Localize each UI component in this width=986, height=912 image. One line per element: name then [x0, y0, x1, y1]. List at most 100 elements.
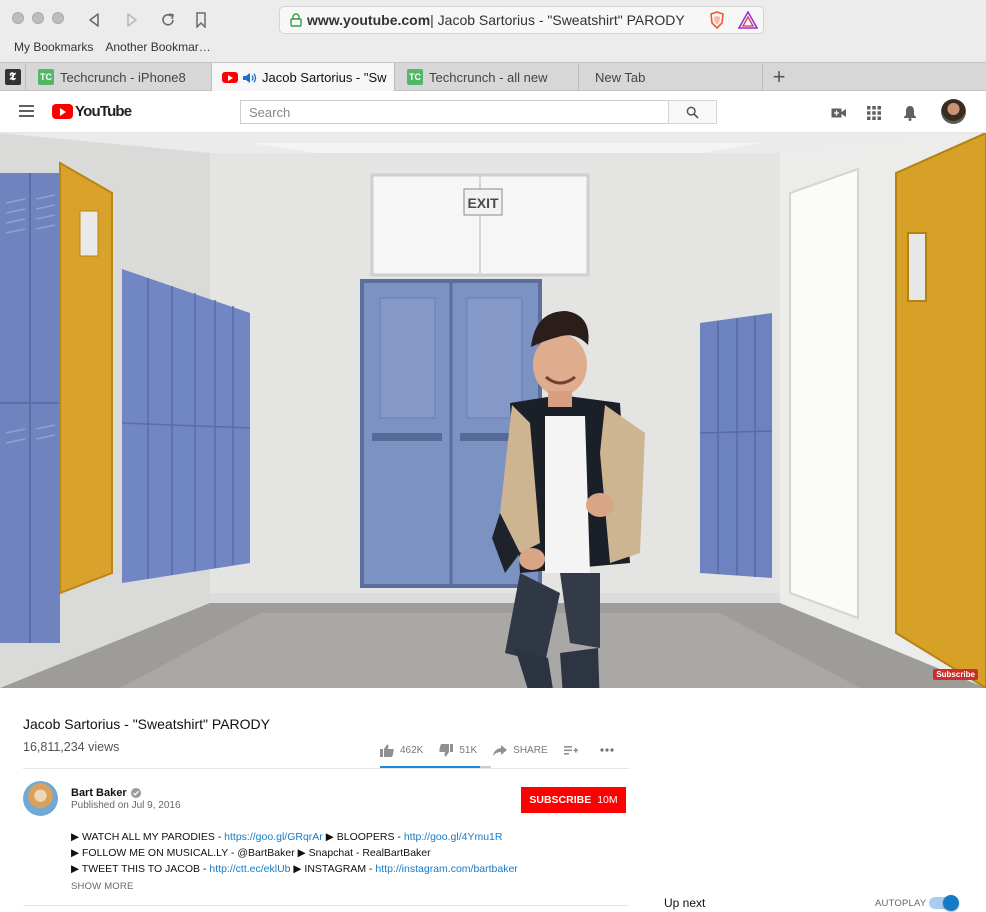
techcrunch-icon: TC	[38, 69, 54, 85]
autoplay-label: AUTOPLAY	[875, 898, 927, 909]
thumbs-up-icon	[380, 744, 394, 757]
video-frame: EXIT	[0, 133, 986, 688]
like-count: 462K	[400, 744, 424, 756]
show-more-button[interactable]: SHOW MORE	[71, 881, 134, 892]
subscriber-count: 10M	[597, 794, 618, 806]
description-link[interactable]: https://goo.gl/GRqrAr	[224, 831, 323, 843]
dislike-count: 51K	[459, 744, 478, 756]
youtube-header: YouTube	[0, 91, 986, 133]
subscribe-label: SUBSCRIBE	[529, 794, 592, 806]
search-icon	[686, 106, 699, 119]
upload-video-button[interactable]	[830, 104, 848, 122]
new-tab-button[interactable]: +	[763, 63, 795, 91]
back-arrow-icon	[89, 13, 99, 27]
tab-label: Techcrunch - all new	[429, 69, 548, 85]
tab-techcrunch-all-new[interactable]: TC Techcrunch - all new	[395, 63, 579, 91]
description-text: ▶ INSTAGRAM -	[290, 863, 376, 875]
techcrunch-icon: TC	[407, 69, 423, 85]
description-line: ▶ TWEET THIS TO JACOB - http://ctt.ec/ek…	[71, 861, 518, 877]
divider	[23, 768, 629, 769]
description-link[interactable]: http://goo.gl/4Ymu1R	[404, 831, 503, 843]
up-next-heading: Up next	[664, 896, 706, 910]
share-button[interactable]: SHARE	[493, 744, 548, 756]
thumbs-down-icon	[439, 743, 454, 756]
notifications-button[interactable]	[901, 104, 919, 122]
channel-avatar[interactable]	[23, 781, 58, 816]
video-actions: 462K 51K SHARE	[380, 742, 636, 758]
more-actions-button[interactable]	[600, 748, 620, 752]
bookmark-button[interactable]	[191, 9, 211, 31]
youtube-logo[interactable]: YouTube	[52, 103, 132, 120]
tab-label: New Tab	[595, 69, 646, 85]
search-button[interactable]	[668, 100, 717, 124]
speaker-icon[interactable]	[242, 72, 258, 84]
brave-rewards-button[interactable]	[738, 10, 758, 30]
share-arrow-icon	[493, 744, 508, 756]
page-title-in-url: | Jacob Sartorius - "Sweatshirt" PARODY	[430, 12, 685, 28]
close-window-button[interactable]	[12, 12, 24, 24]
bookmark-folder-another[interactable]: Another Bookmar…	[105, 40, 210, 54]
bell-icon	[904, 106, 916, 121]
verified-check-icon	[130, 788, 141, 798]
youtube-logo-text: YouTube	[75, 103, 132, 120]
address-bar[interactable]: www.youtube.com | Jacob Sartorius - "Swe…	[279, 6, 764, 34]
bookmarks-bar: My Bookmarks Another Bookmar…	[14, 40, 211, 54]
video-title: Jacob Sartorius - "Sweatshirt" PARODY	[23, 716, 270, 732]
apps-grid-icon	[867, 106, 881, 120]
tab-youtube-active[interactable]: Jacob Sartorius - "Sw	[212, 63, 395, 92]
youtube-icon	[222, 72, 238, 83]
video-description: ▶ WATCH ALL MY PARODIES - https://goo.gl…	[71, 829, 518, 877]
back-button[interactable]	[84, 9, 104, 31]
bookmark-icon	[196, 12, 206, 28]
bookmark-folder-my-bookmarks[interactable]: My Bookmarks	[14, 40, 93, 54]
add-to-playlist-button[interactable]	[563, 745, 584, 756]
add-to-playlist-icon	[563, 745, 578, 755]
forward-button[interactable]	[122, 9, 142, 31]
share-label: SHARE	[513, 744, 548, 756]
url-host: www.youtube.com	[307, 12, 431, 28]
description-link[interactable]: http://ctt.ec/eklUb	[209, 863, 290, 875]
apps-button[interactable]	[865, 104, 883, 122]
menu-icon[interactable]	[19, 105, 34, 117]
divider	[23, 905, 629, 906]
browser-toolbar: www.youtube.com | Jacob Sartorius - "Swe…	[0, 0, 986, 62]
like-button[interactable]: 462K	[380, 744, 423, 757]
dislike-button[interactable]: 51K	[439, 743, 478, 757]
search-input[interactable]	[240, 100, 669, 124]
description-text: ▶ WATCH ALL MY PARODIES -	[71, 831, 225, 843]
more-horiz-icon	[600, 748, 614, 752]
tab-techcrunch-iphone8[interactable]: TC Techcrunch - iPhone8	[26, 63, 212, 91]
reload-button[interactable]	[158, 9, 178, 31]
subscribe-button[interactable]: SUBSCRIBE 10M	[521, 787, 626, 813]
shield-icon	[710, 11, 724, 29]
tab-label: Techcrunch - iPhone8	[60, 69, 186, 85]
account-avatar[interactable]	[941, 99, 966, 124]
description-text: ▶ BLOOPERS -	[322, 831, 404, 843]
toggle-knob	[943, 895, 959, 911]
description-link[interactable]: http://instagram.com/bartbaker	[375, 863, 517, 875]
description-text: ▶ TWEET THIS TO JACOB -	[71, 863, 210, 875]
minimize-window-button[interactable]	[32, 12, 44, 24]
publish-date: Published on Jul 9, 2016	[71, 800, 181, 811]
plus-icon: +	[772, 64, 786, 89]
channel-name[interactable]: Bart Baker	[71, 787, 127, 799]
channel-name-row[interactable]: Bart Baker	[71, 787, 141, 799]
brave-shield-button[interactable]	[707, 10, 727, 30]
zoom-window-button[interactable]	[52, 12, 64, 24]
nytimes-icon: 𝕿	[4, 69, 21, 85]
description-line: ▶ WATCH ALL MY PARODIES - https://goo.gl…	[71, 829, 518, 845]
pinned-tab-nytimes[interactable]: 𝕿	[0, 63, 26, 91]
reload-icon	[162, 13, 174, 26]
triangle-icon	[738, 11, 758, 29]
tab-new-tab[interactable]: New Tab	[579, 63, 763, 91]
video-player[interactable]: EXIT Subscribe	[0, 133, 986, 688]
autoplay-toggle[interactable]	[929, 895, 959, 911]
endcard-subscribe-button[interactable]: Subscribe	[933, 669, 978, 680]
video-camera-icon	[831, 108, 846, 118]
exit-sign-text: EXIT	[467, 195, 499, 211]
lock-icon	[288, 12, 304, 28]
tab-label: Jacob Sartorius - "Sw	[262, 70, 387, 85]
view-count: 16,811,234 views	[23, 740, 120, 754]
tab-strip: 𝕿 TC Techcrunch - iPhone8 Jacob Sartoriu…	[0, 62, 986, 92]
description-line: ▶ FOLLOW ME ON MUSICAL.LY - @BartBaker ▶…	[71, 847, 431, 859]
